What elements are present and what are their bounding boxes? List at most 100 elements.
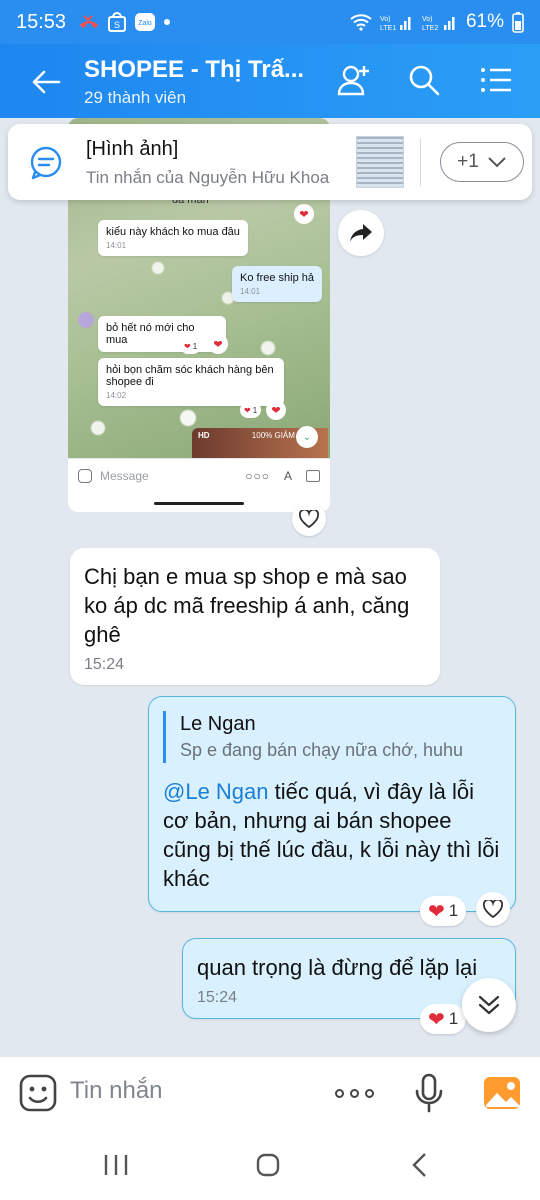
reaction-pill[interactable]: ❤ 1 [420, 1004, 467, 1034]
battery-icon [512, 12, 524, 33]
recent-apps-button[interactable] [96, 1148, 136, 1182]
search-icon [409, 65, 440, 96]
pinned-count: +1 [457, 151, 479, 172]
chevron-down-icon [488, 157, 506, 168]
svg-text:LTE1: LTE1 [380, 25, 396, 32]
chat-header: SHOPEE - Thị Trấ... 29 thành viên [0, 44, 540, 118]
home-indicator [154, 502, 244, 505]
image-icon [306, 469, 320, 482]
hd-text: 100% GIẢM [251, 431, 295, 440]
divider [420, 138, 421, 186]
home-button[interactable] [248, 1148, 288, 1182]
message-input[interactable]: Tin nhắn [70, 1077, 163, 1105]
message-input-bar: Tin nhắn [0, 1056, 540, 1128]
message-text: quan trọng là đừng để lặp lại [197, 955, 478, 980]
quoted-sender: Le Ngan [180, 713, 256, 735]
image-reaction: ❤ 1 [240, 402, 262, 418]
dot-icon [364, 1088, 374, 1098]
more-icon: ○○○ [245, 468, 270, 483]
pinned-title: [Hình ảnh] [86, 138, 179, 160]
recent-apps-icon [104, 1155, 128, 1175]
signal-sim2-icon: Vo) LTE2 [422, 16, 455, 32]
heart-icon: ❤ [428, 900, 445, 923]
react-button[interactable] [476, 892, 510, 926]
image-chat-text: hỏi bọn chăm sóc khách hàng bên shopee đ… [106, 364, 274, 388]
search-button[interactable] [404, 60, 444, 100]
double-chevron-down-icon [478, 995, 500, 1015]
react-button[interactable] [292, 502, 326, 536]
image-chat-time: 14:02 [106, 391, 127, 400]
image-chat-time: 14:01 [240, 287, 261, 296]
add-member-button[interactable] [334, 60, 374, 100]
pinned-subtitle: Tin nhắn của Nguyễn Hữu Khoa [86, 168, 330, 187]
avatar [78, 312, 94, 328]
status-bar: 15:53 S Zalo Vo) LTE1 Vo) LTE2 61% [0, 0, 540, 44]
heart-outline-icon [483, 900, 503, 918]
pinned-thumbnail [356, 136, 404, 188]
heart-icon: ❤ [208, 334, 228, 354]
sent-reply-message[interactable]: Le Ngan Sp e đang bán chạy nữa chớ, huhu… [148, 696, 516, 912]
more-dot-icon [164, 19, 171, 25]
quoted-text: Sp e đang bán chạy nữa chớ, huhu [180, 740, 464, 760]
heart-icon: ❤ [266, 400, 286, 420]
gallery-icon[interactable] [482, 1073, 522, 1113]
image-chat-time: 14:01 [106, 241, 127, 250]
reaction-pill[interactable]: ❤ 1 [420, 896, 467, 926]
image-chat-bubble: bỏ hết nó mới cho mua [98, 316, 226, 352]
back-nav-button[interactable] [400, 1148, 440, 1182]
image-reaction: ❤ 1 [180, 338, 202, 354]
image-reaction-count: 1 [192, 341, 198, 351]
signal-sim1-icon: Vo) LTE1 [380, 16, 411, 32]
message-time: 15:24 [84, 656, 125, 673]
battery-percent: 61% [465, 11, 504, 32]
hd-badge: HD [198, 431, 210, 440]
back-button[interactable] [26, 62, 66, 102]
svg-text:LTE2: LTE2 [422, 25, 438, 32]
image-input-placeholder: Message [100, 468, 149, 483]
reaction-count: 1 [448, 1009, 459, 1028]
microphone-icon[interactable] [412, 1073, 446, 1113]
pinned-message[interactable]: [Hình ảnh] Tin nhắn của Nguyễn Hữu Khoa … [8, 124, 532, 200]
add-user-icon [337, 65, 369, 96]
image-chat-text: Ko free ship hả [240, 272, 314, 284]
quoted-message[interactable]: Le Ngan Sp e đang bán chạy nữa chớ, huhu [163, 711, 501, 763]
status-time: 15:53 [16, 10, 67, 33]
arrow-left-icon [32, 70, 61, 94]
svg-text:Zalo: Zalo [138, 20, 152, 27]
sticker-icon[interactable] [18, 1073, 58, 1113]
share-arrow-icon [350, 224, 372, 242]
heart-outline-icon [299, 510, 319, 528]
chat-bubble-icon [30, 146, 62, 180]
image-chat-text: kiểu này khách ko mua đâu [106, 226, 240, 238]
zalo-icon: Zalo [135, 13, 156, 31]
heart-icon: ❤ [294, 204, 314, 224]
message-text: Chị bạn e mua sp shop e mà sao ko áp dc … [84, 564, 410, 647]
more-options-button[interactable] [332, 1077, 376, 1109]
share-button[interactable] [338, 210, 384, 256]
image-chat-bubble: Ko free ship hả 14:01 [232, 266, 322, 302]
status-right: Vo) LTE1 Vo) LTE2 61% [350, 11, 524, 33]
image-chat-bubble: hỏi bọn chăm sóc khách hàng bên shopee đ… [98, 358, 284, 406]
chevron-left-icon [412, 1153, 426, 1177]
svg-text:Vo): Vo) [380, 16, 391, 23]
list-menu-icon [481, 68, 511, 92]
mention-link[interactable]: @Le Ngan [163, 779, 269, 804]
menu-button[interactable] [476, 60, 516, 100]
dot-icon [349, 1088, 359, 1098]
member-count[interactable]: 29 thành viên [84, 88, 186, 108]
group-title[interactable]: SHOPEE - Thị Trấ... [84, 56, 304, 84]
chevron-down-icon: ⌄ [296, 426, 318, 448]
reaction-count: 1 [448, 901, 459, 920]
pinned-count-button[interactable]: +1 [440, 142, 524, 182]
svg-text:Vo): Vo) [422, 16, 433, 23]
text-icon: A [283, 468, 292, 483]
wifi-icon [350, 14, 372, 31]
image-input-bar: Message ○○○ A [68, 458, 330, 492]
image-chat-bubble: kiểu này khách ko mua đâu 14:01 [98, 220, 248, 256]
shopee-icon: S [108, 12, 127, 32]
system-nav-bar [0, 1128, 540, 1200]
smiley-icon [78, 468, 92, 483]
notification-icons: S Zalo [78, 12, 171, 32]
scroll-to-bottom-button[interactable] [462, 978, 516, 1032]
received-message[interactable]: Chị bạn e mua sp shop e mà sao ko áp dc … [70, 548, 440, 685]
